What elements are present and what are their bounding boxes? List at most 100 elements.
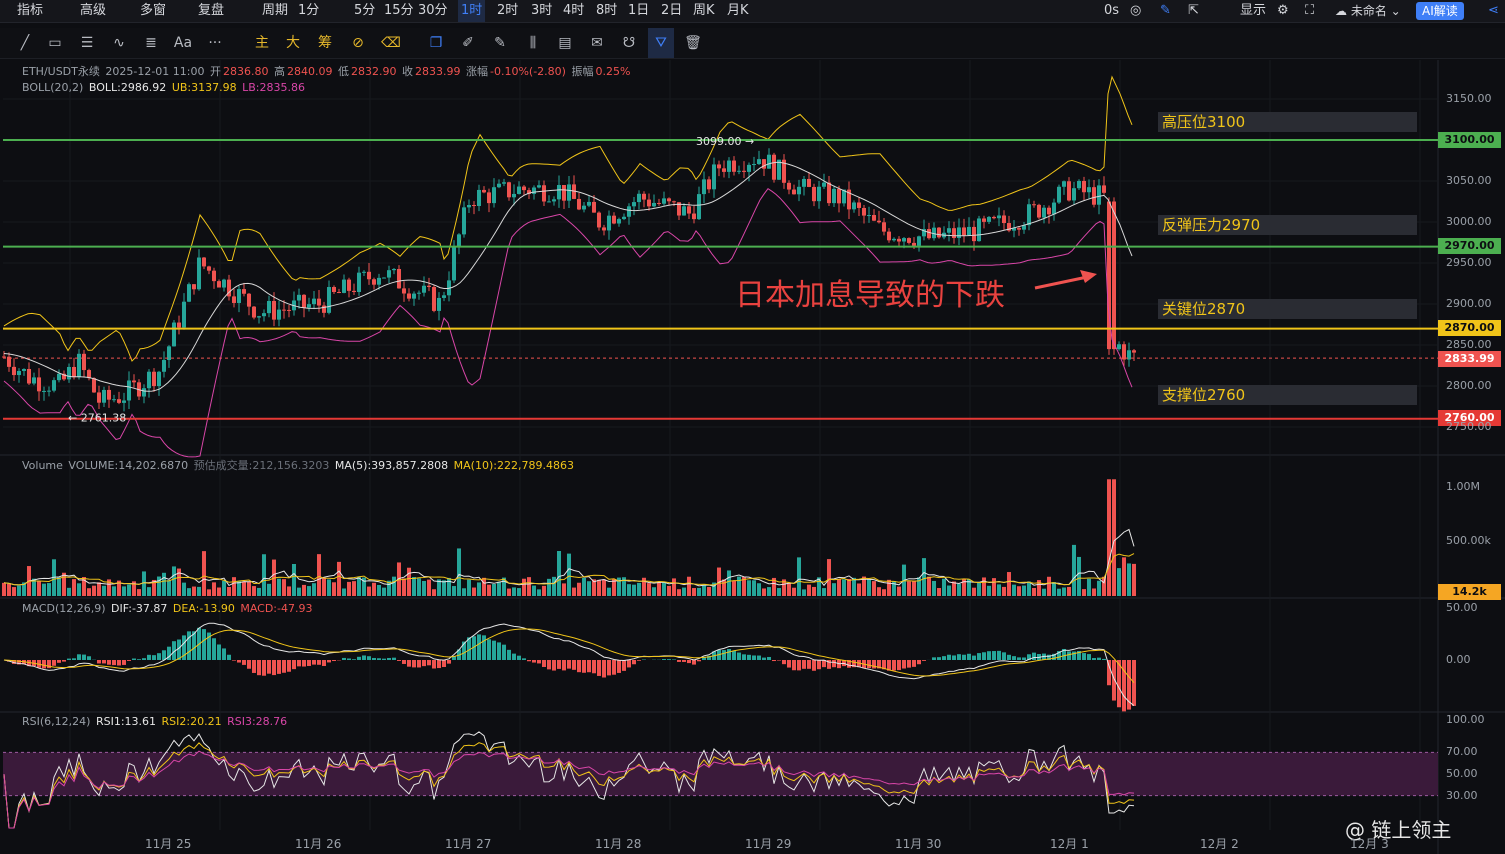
settings-icon[interactable]: ⚙	[1277, 0, 1289, 22]
candle-body	[392, 269, 396, 271]
macd-bar	[552, 660, 556, 671]
period-6[interactable]: 5分	[354, 0, 375, 22]
macd-bar	[987, 651, 991, 660]
macd-bar	[197, 627, 201, 660]
volume-bar	[577, 582, 581, 596]
macd-bar	[347, 658, 351, 660]
period-15[interactable]: 2日	[661, 0, 682, 22]
macd-bar	[467, 637, 471, 660]
volume-bar	[177, 568, 181, 596]
candle-body	[962, 227, 966, 236]
volume-bar	[77, 583, 81, 596]
macd-bar	[617, 660, 621, 673]
macd-bar	[247, 660, 251, 669]
marker-icon[interactable]: ✐	[455, 28, 481, 58]
parallel-tool-icon[interactable]: ☰	[74, 28, 100, 58]
period-12[interactable]: 4时	[563, 0, 584, 22]
macd-bar	[332, 660, 336, 662]
compare-icon[interactable]: ⫼	[520, 28, 546, 58]
volume-bar	[752, 580, 756, 596]
macd-bar	[557, 660, 561, 669]
macd-bar	[412, 660, 416, 668]
clipboard-icon[interactable]: ▤	[552, 28, 578, 58]
line-tool-icon[interactable]: ╱	[12, 28, 38, 58]
fullscreen-icon[interactable]: ⛶	[1305, 0, 1314, 22]
date-label: 12月 2	[1200, 837, 1239, 851]
candle-body	[572, 184, 576, 199]
magnet-icon[interactable]: ☋	[616, 28, 642, 58]
volume-bar	[502, 577, 506, 596]
volume-bar	[1037, 580, 1041, 596]
main-chart-toggle[interactable]: 主	[249, 28, 275, 58]
volume-bar	[132, 581, 136, 596]
period-1[interactable]: 高级	[80, 0, 106, 22]
zone-3100-label: 高压位3100	[1158, 112, 1417, 132]
macd-bar	[567, 660, 571, 669]
list-tool-icon[interactable]: ≣	[138, 28, 164, 58]
macd-bar	[177, 639, 181, 660]
period-9[interactable]: 1时	[458, 0, 486, 22]
copy-icon[interactable]: ❐	[423, 28, 449, 58]
rsi-legend: RSI(6,12,24) RSI1:13.61 RSI2:20.21 RSI3:…	[22, 715, 288, 728]
period-4[interactable]: 周期	[262, 0, 288, 22]
period-2[interactable]: 多窗	[140, 0, 166, 22]
date-label: 11月 26	[295, 837, 342, 851]
macd-bar	[192, 631, 196, 660]
display-menu[interactable]: 显示	[1240, 0, 1266, 22]
ruler-icon[interactable]: ⊘	[345, 28, 371, 58]
period-10[interactable]: 2时	[497, 0, 518, 22]
period-7[interactable]: 15分	[384, 0, 414, 22]
candle-body	[772, 154, 776, 180]
candle-body	[72, 366, 76, 378]
macd-bar	[262, 660, 266, 676]
macd-bar	[1127, 660, 1131, 710]
large-order-toggle[interactable]: 大	[280, 28, 306, 58]
layout-name[interactable]: ☁ 未命名 ⌄	[1335, 0, 1401, 22]
period-14[interactable]: 1日	[628, 0, 649, 22]
period-8[interactable]: 30分	[418, 0, 448, 22]
candle-body	[7, 356, 11, 367]
candle-body	[917, 236, 921, 246]
period-5[interactable]: 1分	[298, 0, 319, 22]
filter-icon[interactable]: ⛛	[648, 28, 674, 58]
macd-bar	[207, 632, 211, 660]
rect-tool-icon[interactable]: ▭	[42, 28, 68, 58]
macd-bar	[287, 660, 291, 672]
volume-bar	[1032, 587, 1036, 596]
brush-icon[interactable]: ✎	[487, 28, 513, 58]
price-axis-label: 3050.00	[1446, 174, 1492, 187]
volume-bar	[812, 586, 816, 596]
edit-icon[interactable]: ✎	[1160, 0, 1171, 22]
trash-icon[interactable]: 🗑	[680, 28, 706, 58]
camera-icon[interactable]: ◎	[1130, 0, 1141, 22]
period-3[interactable]: 复盘	[198, 0, 224, 22]
volume-bar	[632, 584, 636, 596]
volume-bar	[1012, 584, 1016, 596]
chip-dist-toggle[interactable]: 筹	[312, 28, 338, 58]
period-16[interactable]: 周K	[693, 0, 715, 22]
candle-body	[632, 202, 636, 207]
macd-bar	[877, 660, 881, 669]
volume-bar	[557, 551, 561, 596]
period-13[interactable]: 8时	[596, 0, 617, 22]
macd-axis-label: 50.00	[1446, 601, 1478, 614]
fib-tool-icon[interactable]: ∿	[106, 28, 132, 58]
macd-bar	[127, 660, 131, 661]
rsi1-line	[3, 731, 1135, 829]
macd-bar	[42, 660, 46, 669]
period-17[interactable]: 月K	[727, 0, 749, 22]
candle-body	[542, 185, 546, 202]
zone-2870-label: 关键位2870	[1158, 299, 1417, 319]
note-icon[interactable]: ✉	[584, 28, 610, 58]
candle-body	[117, 399, 121, 403]
ai-read-button[interactable]: AI解读	[1416, 2, 1464, 20]
text-tool-icon[interactable]: Aa	[170, 28, 196, 58]
share-window-icon[interactable]: ⇱	[1188, 0, 1199, 22]
share-icon[interactable]: ⋖	[1488, 0, 1499, 22]
period-11[interactable]: 3时	[531, 0, 552, 22]
period-0[interactable]: 指标	[17, 0, 43, 22]
more-tools-icon[interactable]: ···	[202, 28, 228, 58]
candle-body	[192, 284, 196, 290]
macd-bar	[942, 656, 946, 660]
eraser-icon[interactable]: ⌫	[378, 28, 404, 58]
